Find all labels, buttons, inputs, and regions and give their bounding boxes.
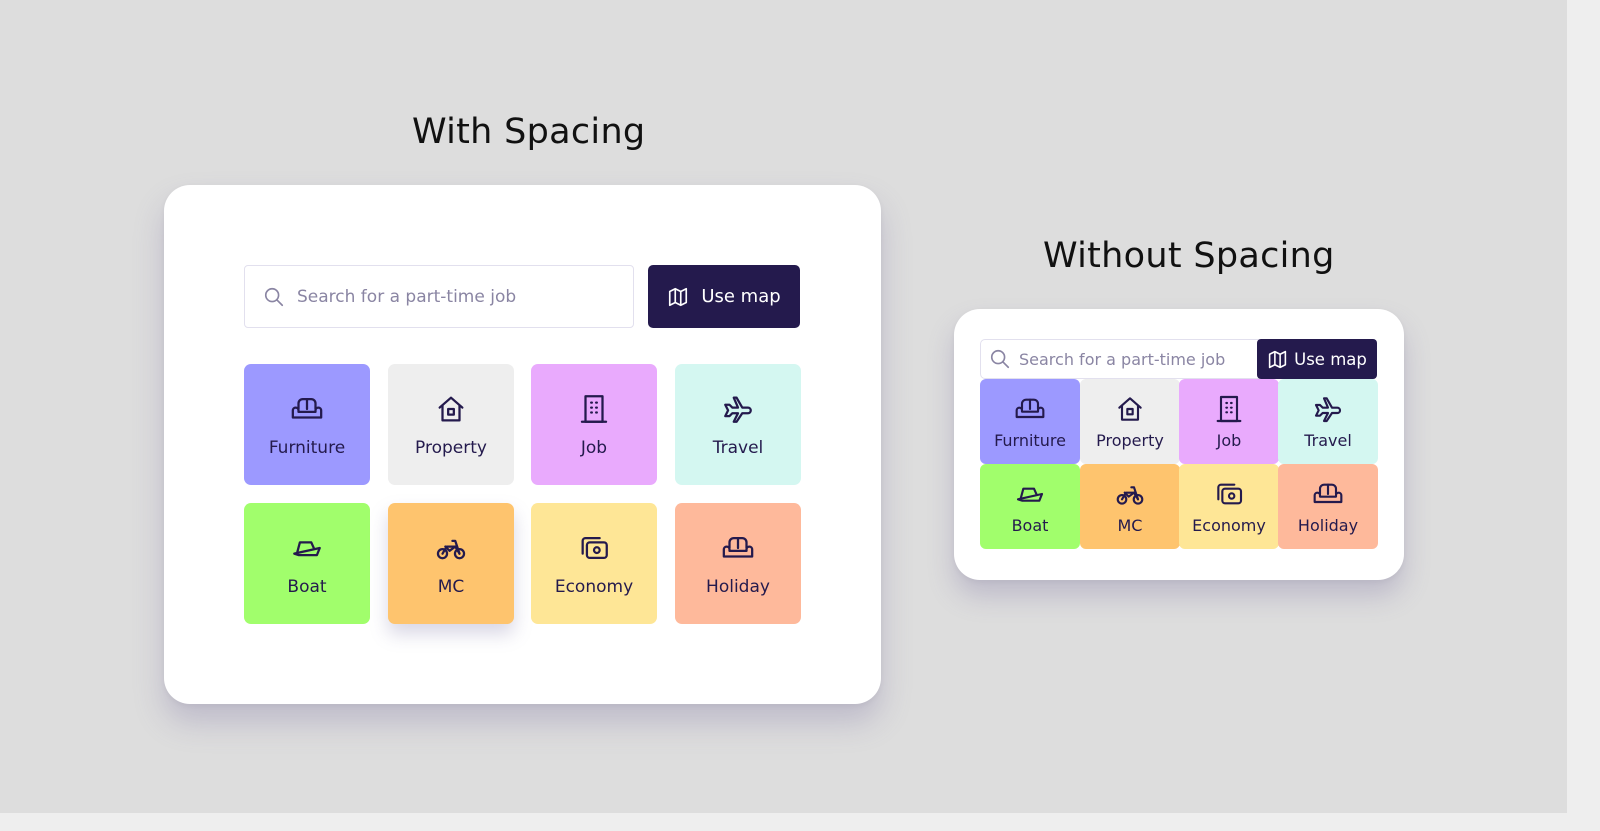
category-tile-travel[interactable]: Travel (675, 364, 801, 485)
search-icon (989, 348, 1011, 370)
map-icon (1267, 349, 1288, 370)
motorcycle-icon (434, 531, 468, 565)
category-label: Holiday (706, 576, 770, 597)
use-map-label: Use map (701, 286, 781, 307)
house-icon (434, 392, 468, 426)
heading-with-spacing: With Spacing (412, 112, 646, 152)
category-tile-holiday[interactable]: Holiday (1278, 464, 1378, 549)
money-icon (577, 531, 611, 565)
category-label: Holiday (1297, 516, 1359, 535)
category-label: Travel (1304, 431, 1352, 450)
map-icon (667, 286, 689, 308)
category-tile-furniture[interactable]: Furniture (980, 379, 1080, 464)
category-tile-property[interactable]: Property (1080, 379, 1180, 464)
money-icon (1213, 478, 1245, 510)
category-tile-boat[interactable]: Boat (980, 464, 1080, 549)
use-map-button-spaced[interactable]: Use map (648, 265, 800, 328)
sofa-icon (1014, 393, 1046, 425)
category-tile-economy[interactable]: Economy (531, 503, 657, 624)
house-icon (1114, 393, 1146, 425)
building-icon (1213, 393, 1245, 425)
search-placeholder: Search for a part-time job (1019, 349, 1226, 369)
category-label: Economy (554, 576, 634, 597)
category-label: MC (437, 576, 465, 597)
category-label: Property (1096, 431, 1164, 450)
category-label: Job (580, 437, 608, 458)
category-tile-job[interactable]: Job (1179, 379, 1279, 464)
category-label: Furniture (268, 437, 346, 458)
category-label: Boat (1011, 516, 1049, 535)
use-map-label: Use map (1294, 349, 1367, 369)
category-tile-furniture[interactable]: Furniture (244, 364, 370, 485)
search-placeholder: Search for a part-time job (297, 286, 517, 307)
category-label: Property (415, 437, 487, 458)
boat-icon (1014, 478, 1046, 510)
category-label: MC (1117, 516, 1143, 535)
category-label: Job (1216, 431, 1242, 450)
building-icon (577, 392, 611, 426)
motorcycle-icon (1114, 478, 1146, 510)
airplane-icon (721, 392, 755, 426)
category-tile-property[interactable]: Property (388, 364, 514, 485)
search-icon (263, 286, 285, 308)
category-tile-holiday[interactable]: Holiday (675, 503, 801, 624)
category-label: Travel (712, 437, 764, 458)
search-input-compact[interactable]: Search for a part-time job (980, 339, 1259, 379)
category-label: Furniture (994, 431, 1066, 450)
heading-without-spacing: Without Spacing (1043, 236, 1335, 276)
category-label: Economy (1192, 516, 1266, 535)
search-input-spaced[interactable]: Search for a part-time job (244, 265, 634, 328)
sofa-icon (721, 531, 755, 565)
boat-icon (290, 531, 324, 565)
category-tile-travel[interactable]: Travel (1278, 379, 1378, 464)
category-tile-boat[interactable]: Boat (244, 503, 370, 624)
use-map-button-compact[interactable]: Use map (1257, 339, 1377, 379)
category-label: Boat (287, 576, 327, 597)
category-tile-job[interactable]: Job (531, 364, 657, 485)
category-tile-mc[interactable]: MC (1080, 464, 1180, 549)
category-tile-mc[interactable]: MC (388, 503, 514, 624)
airplane-icon (1312, 393, 1344, 425)
sofa-icon (290, 392, 324, 426)
sofa-icon (1312, 478, 1344, 510)
category-tile-economy[interactable]: Economy (1179, 464, 1279, 549)
